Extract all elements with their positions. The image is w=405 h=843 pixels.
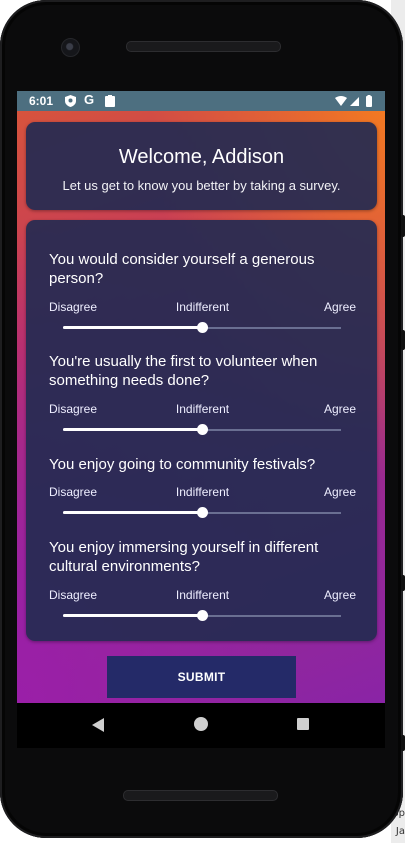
- question-text: You're usually the first to volunteer wh…: [49, 353, 318, 389]
- slider-thumb[interactable]: [197, 424, 208, 435]
- scale-label-middle: Indifferent: [175, 300, 230, 314]
- slider-track-filled: [63, 428, 202, 431]
- recents-icon[interactable]: [297, 718, 309, 730]
- question-scale-labels: Disagree Indifferent Agree: [49, 588, 356, 602]
- back-icon[interactable]: [92, 718, 104, 732]
- wifi-signal-battery-icon: [335, 95, 372, 107]
- phone-side-button: [401, 330, 405, 350]
- welcome-title: Welcome, Addison: [118, 146, 285, 168]
- slider-thumb[interactable]: [197, 507, 208, 518]
- welcome-card: Welcome, Addison Let us get to know you …: [26, 122, 377, 210]
- top-speaker-grille: [126, 41, 281, 52]
- scale-label-middle: Indifferent: [175, 402, 230, 416]
- bottom-speaker-grille: [123, 790, 278, 801]
- scale-label-middle: Indifferent: [175, 485, 230, 499]
- agreement-slider[interactable]: [63, 506, 341, 520]
- phone-frame: 6:01 G Welcome, Addison Let us get to kn…: [0, 0, 405, 838]
- agreement-slider[interactable]: [63, 609, 341, 623]
- scale-label-right: Agree: [323, 300, 356, 314]
- question-text: You enjoy going to community festivals?: [49, 456, 316, 473]
- scale-label-right: Agree: [323, 485, 356, 499]
- survey-card: You would consider yourself a generous p…: [26, 220, 377, 641]
- shield-icon: [65, 95, 76, 110]
- slider-thumb[interactable]: [197, 322, 208, 333]
- clipboard-icon: [105, 95, 115, 110]
- google-g-icon: G: [84, 92, 95, 107]
- question-scale-labels: Disagree Indifferent Agree: [49, 300, 356, 314]
- scale-label-middle: Indifferent: [175, 588, 230, 602]
- question-scale-labels: Disagree Indifferent Agree: [49, 402, 356, 416]
- status-right-icons: [335, 95, 375, 110]
- status-bar: 6:01 G: [17, 91, 385, 111]
- question-text: You would consider yourself a generous p…: [49, 251, 315, 287]
- app-screen: 6:01 G Welcome, Addison Let us get to kn…: [17, 91, 385, 703]
- status-time: 6:01: [29, 94, 54, 108]
- phone-side-button: [401, 215, 405, 237]
- slider-track-filled: [63, 326, 202, 329]
- question-text: You enjoy immersing yourself in differen…: [49, 539, 319, 575]
- home-icon[interactable]: [194, 717, 208, 731]
- navigation-bar: [17, 703, 385, 748]
- slider-track-filled: [63, 511, 202, 514]
- question-scale-labels: Disagree Indifferent Agree: [49, 485, 356, 499]
- scale-label-right: Agree: [323, 402, 356, 416]
- background-text-fragment: Ja: [395, 826, 405, 837]
- scale-label-right: Agree: [323, 588, 356, 602]
- phone-side-button: [401, 735, 405, 751]
- welcome-subtitle: Let us get to know you better by taking …: [62, 178, 341, 193]
- front-camera: [61, 38, 80, 57]
- agreement-slider[interactable]: [63, 423, 341, 437]
- slider-track-filled: [63, 614, 202, 617]
- agreement-slider[interactable]: [63, 321, 341, 335]
- slider-thumb[interactable]: [197, 610, 208, 621]
- phone-side-button: [401, 575, 405, 591]
- submit-button[interactable]: SUBMIT: [107, 656, 296, 698]
